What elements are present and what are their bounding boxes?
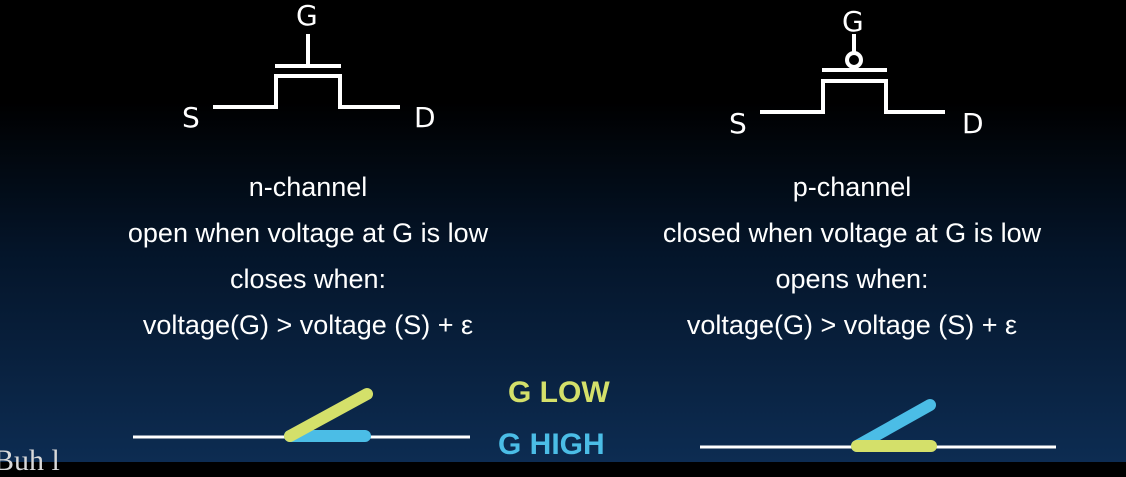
legend-g-high: G HIGH	[498, 428, 605, 461]
pmos-switch-high-blade	[851, 399, 936, 452]
partial-text: Buh l	[0, 444, 60, 477]
legend-g-low: G LOW	[508, 376, 610, 409]
